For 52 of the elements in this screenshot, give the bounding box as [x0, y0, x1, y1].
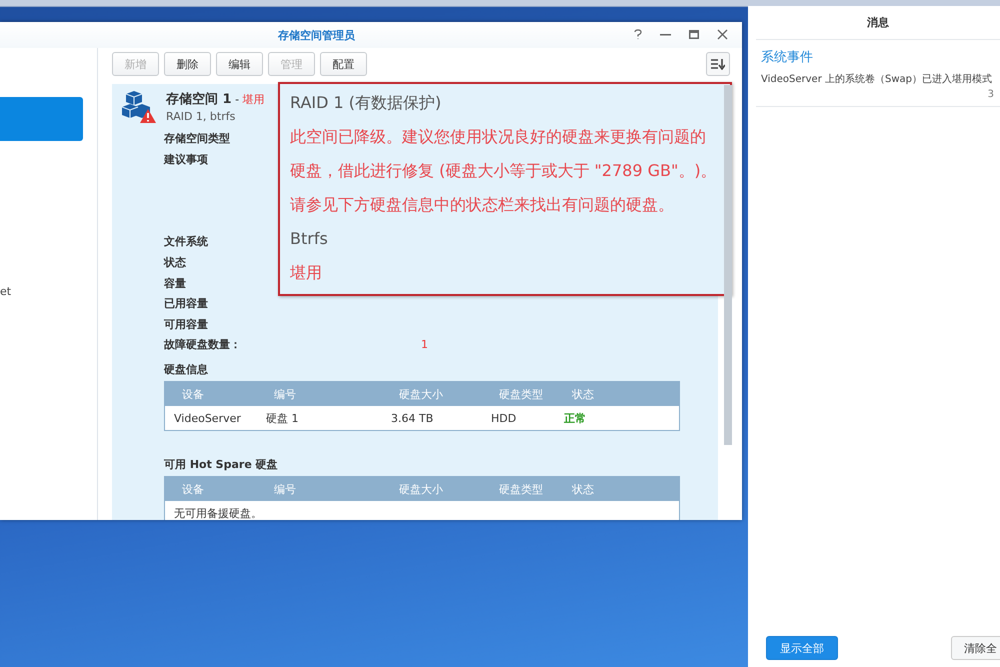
- maximize-icon[interactable]: [689, 30, 699, 39]
- annotation-text: 堪用: [290, 262, 323, 284]
- property-label: 建议事项: [164, 152, 208, 167]
- column-header: 硬盘类型: [499, 386, 544, 402]
- toolbar-button[interactable]: 配置: [320, 52, 367, 76]
- table-cell-text: VideoServer: [174, 412, 242, 425]
- property-value: 1: [421, 338, 428, 352]
- sidebar-item[interactable]: et: [0, 285, 97, 298]
- volume-title: 存储空间 1 - 堪用: [166, 90, 265, 108]
- annotation-text: Btrfs: [290, 228, 329, 250]
- notification-time: 3: [986, 89, 995, 100]
- column-header: 状态: [572, 482, 595, 497]
- section-title: 可用 Hot Spare 硬盘: [164, 457, 279, 472]
- column-header: 设备: [182, 386, 205, 402]
- toolbar-button[interactable]: 删除: [164, 52, 211, 76]
- table-cell-text: 正常: [564, 410, 587, 426]
- property-label: 状态: [164, 254, 186, 270]
- table-cell-text: 3.64 TB: [391, 412, 434, 425]
- column-header: 状态: [572, 386, 595, 402]
- notification-category[interactable]: 系统事件: [761, 48, 1000, 66]
- property-label: 存储空间类型: [164, 130, 230, 146]
- column-header: 硬盘类型: [499, 482, 544, 497]
- close-icon[interactable]: [717, 29, 728, 40]
- volume-subtitle: RAID 1, btrfs: [166, 110, 236, 123]
- section-title: 硬盘信息: [164, 362, 209, 378]
- table-cell-text: 硬盘 1: [266, 410, 300, 426]
- panel-title: 消息: [756, 6, 1000, 40]
- sort-icon: [711, 58, 725, 70]
- property-label: 已用容量: [164, 296, 208, 312]
- sort-button[interactable]: [706, 52, 730, 76]
- panel-button[interactable]: 清除全: [951, 636, 1000, 660]
- property-label: 文件系统: [164, 234, 208, 250]
- column-header: 硬盘大小: [399, 386, 444, 402]
- window-title: 存储空间管理员: [278, 28, 355, 42]
- column-header: 编号: [274, 482, 297, 497]
- storage-cubes-icon: [122, 90, 156, 124]
- toolbar-button[interactable]: 编辑: [216, 52, 263, 76]
- property-label: 故障硬盘数量：: [164, 337, 241, 352]
- annotation-text: 此空间已降级。建议您使用状况良好的硬盘来更换有问题的硬盘，借此进行修复 (硬盘大小等于或大于 "2789 GB"。)。请参见下方硬盘信息中的状态栏来找出有问题的硬盘。: [290, 126, 718, 216]
- column-header: 设备: [182, 482, 205, 497]
- notification-message: VideoServer 上的系统卷（Swap）已进入堪用模式: [761, 72, 993, 86]
- panel-button[interactable]: 显示全部: [766, 636, 838, 660]
- annotation-text: RAID 1 (有数据保护): [290, 92, 442, 114]
- column-header: 编号: [274, 386, 297, 402]
- help-icon[interactable]: [634, 29, 642, 40]
- column-header: 硬盘大小: [399, 482, 444, 497]
- property-label: 容量: [164, 276, 186, 291]
- minimize-icon[interactable]: [660, 34, 671, 36]
- property-label: 可用容量: [164, 316, 208, 332]
- scrollbar[interactable]: [724, 85, 732, 445]
- empty-message: 无可用备援硬盘。: [174, 506, 263, 520]
- table-cell-text: HDD: [491, 412, 518, 425]
